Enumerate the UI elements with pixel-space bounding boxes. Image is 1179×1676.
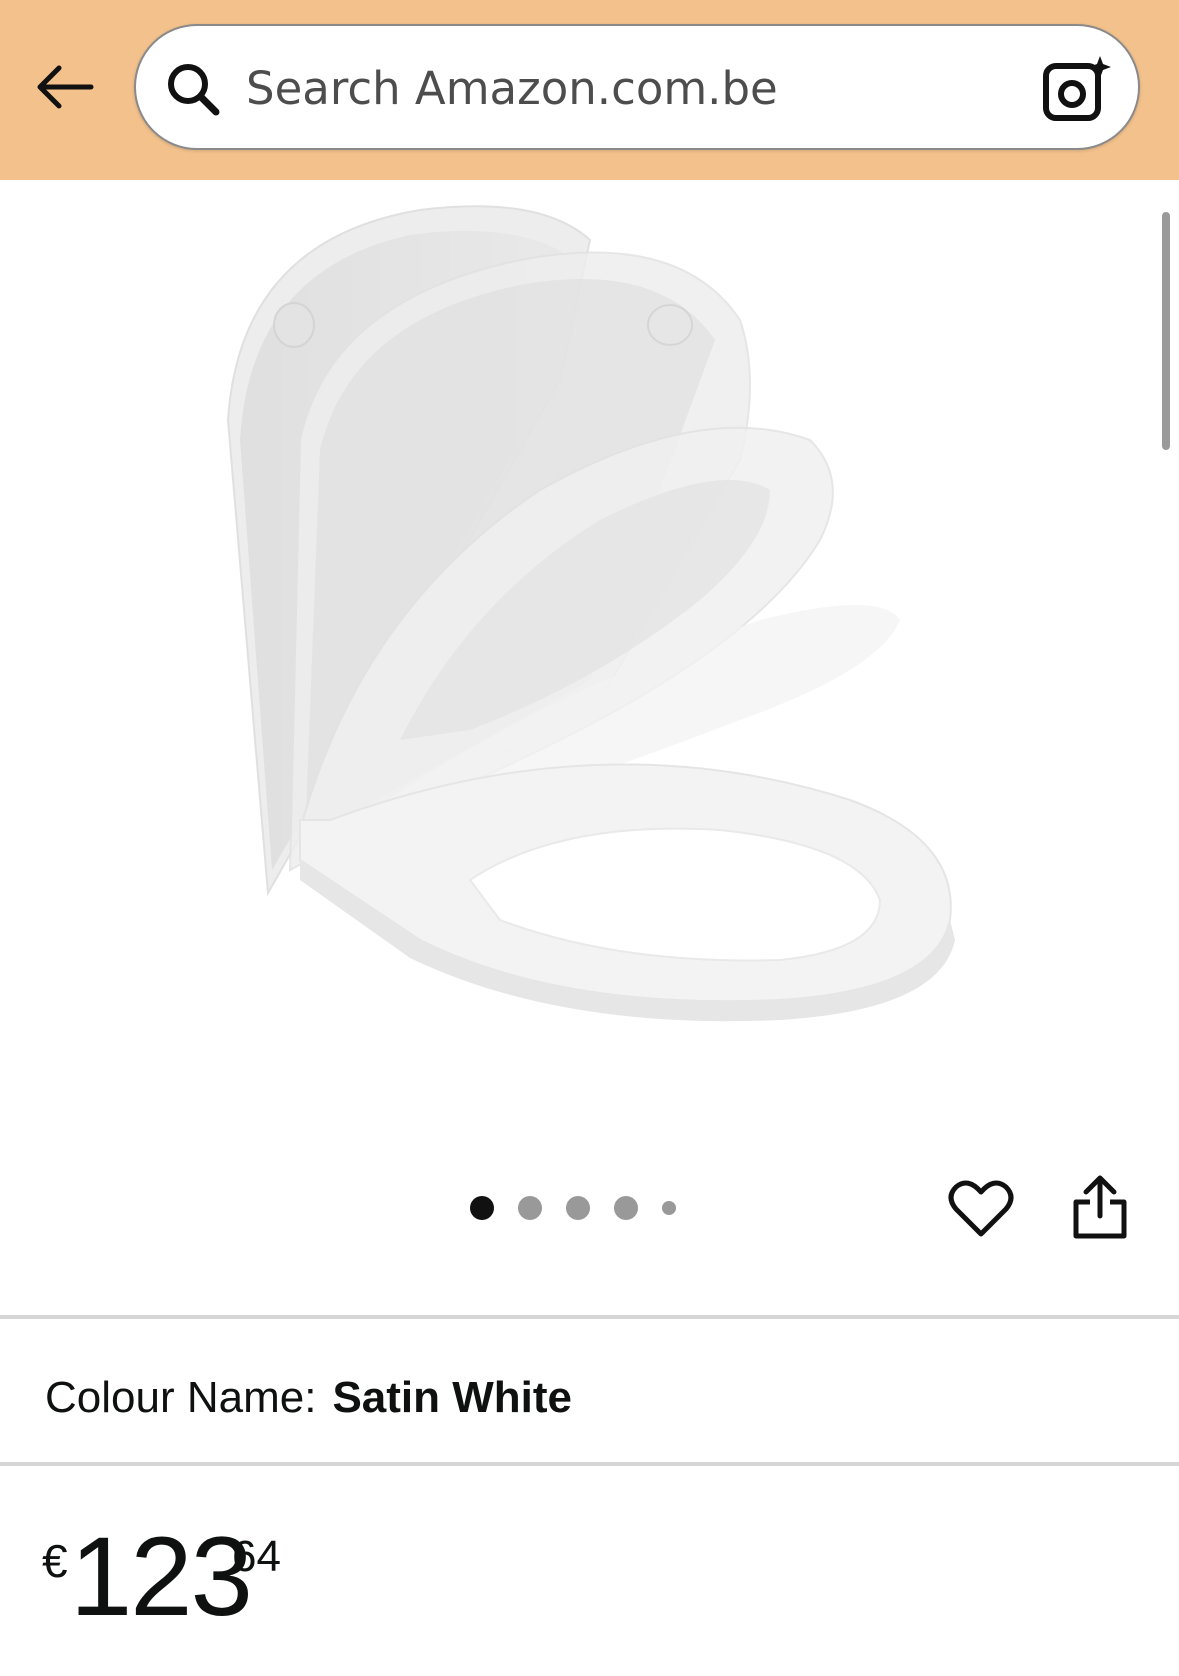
scrollbar[interactable] bbox=[1162, 212, 1170, 450]
price-whole: 123 bbox=[70, 1514, 253, 1639]
heart-icon[interactable] bbox=[948, 1178, 1014, 1240]
search-input[interactable] bbox=[246, 50, 1046, 126]
back-button[interactable] bbox=[30, 52, 100, 122]
search-icon bbox=[168, 64, 220, 116]
search-bar[interactable] bbox=[134, 24, 1140, 150]
camera-sparkle-icon[interactable] bbox=[1040, 52, 1116, 128]
share-icon[interactable] bbox=[1070, 1172, 1130, 1242]
carousel-dot[interactable] bbox=[566, 1196, 590, 1220]
top-header bbox=[0, 0, 1179, 180]
carousel-dot[interactable] bbox=[614, 1196, 638, 1220]
arrow-left-icon bbox=[37, 65, 94, 109]
price-currency-symbol: € bbox=[42, 1535, 68, 1587]
toilet-seat-image bbox=[226, 205, 955, 1022]
carousel-dot[interactable] bbox=[518, 1196, 542, 1220]
colour-value: Satin White bbox=[332, 1373, 572, 1422]
divider bbox=[0, 1462, 1179, 1466]
carousel-dot-active[interactable] bbox=[470, 1196, 494, 1220]
divider bbox=[0, 1315, 1179, 1319]
carousel-dots bbox=[470, 1190, 700, 1226]
product-image[interactable] bbox=[0, 180, 1179, 1140]
colour-label: Colour Name: bbox=[45, 1373, 317, 1422]
price-fraction: 64 bbox=[232, 1532, 281, 1581]
colour-name-row: Colour Name: Satin White bbox=[45, 1368, 572, 1428]
carousel-dot-small[interactable] bbox=[662, 1201, 676, 1215]
